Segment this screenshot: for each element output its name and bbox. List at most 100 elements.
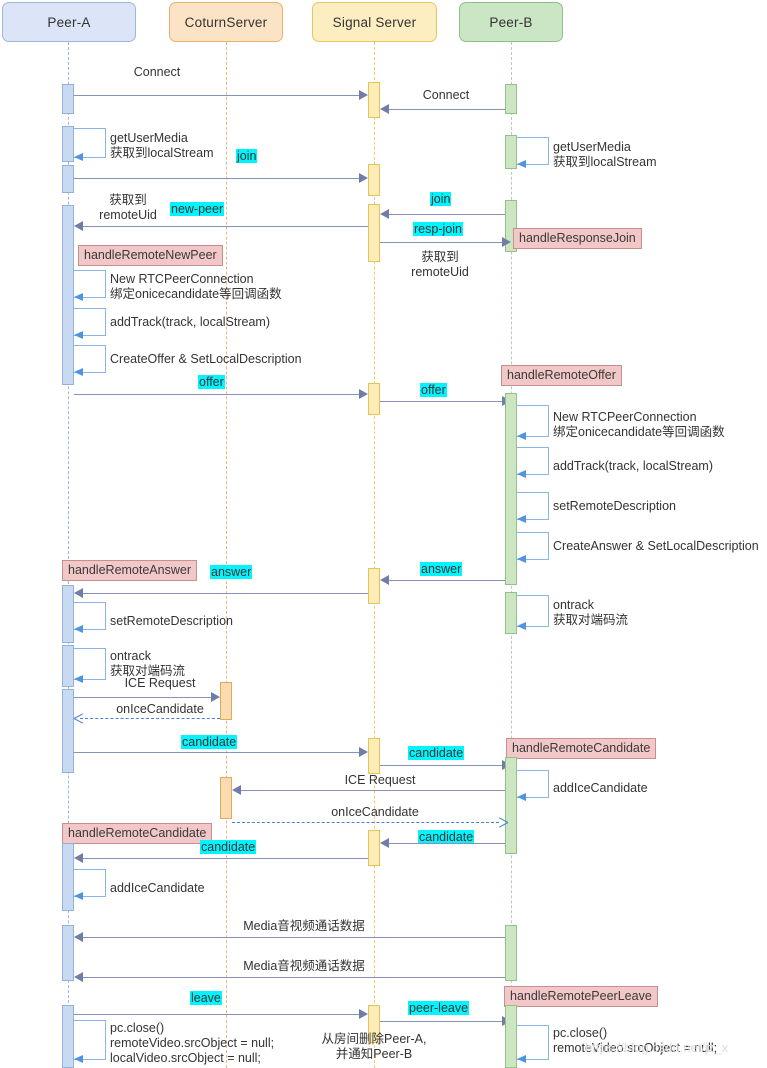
note-handle-remote-candidate-b: handleRemoteCandidate <box>506 738 657 759</box>
line: getUserMedia <box>553 140 631 154</box>
message-label-candidate-b: candidate <box>408 746 465 760</box>
message-label-offer-b: offer <box>420 383 447 397</box>
message-line-new-peer <box>83 226 368 227</box>
participant-peer-a[interactable]: Peer-A <box>2 2 136 42</box>
message-line-offer-a <box>74 394 359 395</box>
line: remoteUid <box>411 265 469 279</box>
participant-coturn-server[interactable]: CoturnServer <box>169 2 283 42</box>
selfcall-arrowhead <box>517 622 526 630</box>
message-line-connect-a <box>74 95 359 96</box>
selfcall-text-createoffer-a: CreateOffer & SetLocalDescription <box>110 352 302 366</box>
selfcall-text-ontrack-b: ontrack 获取对端码流 <box>553 598 628 628</box>
message-line-candidate-b <box>380 765 505 766</box>
selfcall-text-getusermedia-b: getUserMedia 获取到localStream <box>553 140 657 170</box>
message-label-new-peer: new-peer <box>170 202 225 216</box>
selfcall-text-setremotedesc-b: setRemoteDescription <box>553 499 676 513</box>
message-line-onicecandidate-b <box>232 822 499 823</box>
selfcall-text-addtrack-a: addTrack(track, localStream) <box>110 315 270 329</box>
selfcall-text-createanswer-b: CreateAnswer & SetLocalDescription <box>553 539 759 553</box>
arrowhead-left <box>380 209 389 219</box>
selfcall-text-getusermedia-a: getUserMedia 获取到localStream <box>110 131 214 161</box>
line: localVideo.srcObject = null; <box>110 1051 261 1065</box>
message-label-onicecandidate-b: onIceCandidate <box>331 805 419 819</box>
line: 获取到localStream <box>553 155 657 169</box>
activation-signal-offer <box>368 383 380 415</box>
note-text-room-delete: 从房间删除Peer-A, 并通知Peer-B <box>322 1032 427 1062</box>
line: 获取到 <box>421 250 459 264</box>
note-handle-remote-offer: handleRemoteOffer <box>501 365 622 386</box>
participant-signal-server[interactable]: Signal Server <box>312 2 437 42</box>
line: New RTCPeerConnection <box>110 272 254 286</box>
arrowhead-right <box>359 747 368 757</box>
message-line-candidate-a2 <box>83 858 368 859</box>
activation-peer-a-candidate <box>62 843 74 911</box>
message-label-join-b: join <box>430 192 452 206</box>
line: remoteUid <box>99 208 157 222</box>
selfcall-text-addicecandidate-b: addIceCandidate <box>553 781 648 795</box>
line: 获取到localStream <box>110 146 214 160</box>
message-label-connect-a: Connect <box>133 65 181 79</box>
arrowhead-open-left <box>74 718 84 728</box>
note-handle-remote-answer: handleRemoteAnswer <box>62 560 197 581</box>
line: 从房间删除Peer-A, <box>321 1032 427 1046</box>
arrowhead-left <box>74 221 83 231</box>
lifeline-coturn-server <box>226 42 227 1068</box>
arrowhead-left <box>74 972 83 982</box>
message-line-answer-a <box>83 593 368 594</box>
activation-peer-b-leave <box>505 1005 517 1068</box>
activation-signal-answer <box>368 568 380 604</box>
selfcall-arrowhead <box>517 555 526 563</box>
selfcall-text-setremotedesc-a: setRemoteDescription <box>110 614 233 628</box>
message-label-resp-join: resp-join <box>413 222 463 236</box>
activation-signal-join-b <box>368 204 380 262</box>
activation-peer-b-connect <box>505 84 517 114</box>
lifeline-peer-a <box>68 42 69 1068</box>
activation-peer-b-session <box>505 393 517 585</box>
line: remoteVideo.srcObject = null; <box>110 1036 275 1050</box>
participant-label: CoturnServer <box>184 14 268 30</box>
selfcall-arrowhead <box>517 432 526 440</box>
message-label-connect-b: Connect <box>422 88 470 102</box>
line: 绑定onicecandidate等回调函数 <box>110 287 282 301</box>
arrowhead-left <box>380 838 389 848</box>
message-line-candidate-b2 <box>389 843 505 844</box>
message-line-media-1 <box>83 937 505 938</box>
selfcall-arrowhead <box>74 331 83 339</box>
line: 绑定onicecandidate等回调函数 <box>553 425 725 439</box>
activation-peer-a-getusermedia <box>62 126 74 162</box>
arrowhead-right <box>211 692 220 702</box>
activation-peer-a-media <box>62 925 74 981</box>
arrowhead-right <box>502 237 511 247</box>
activation-peer-b-candidate <box>505 757 517 854</box>
participant-label: Peer-A <box>47 14 91 30</box>
activation-peer-a-connect <box>62 84 74 114</box>
sequence-diagram-canvas: Peer-A CoturnServer Signal Server Peer-B… <box>0 0 767 1068</box>
participant-label: Peer-B <box>489 14 533 30</box>
line: ontrack <box>553 598 594 612</box>
selfcall-arrowhead <box>517 160 526 168</box>
selfcall-text-newpc-a: New RTCPeerConnection 绑定onicecandidate等回… <box>110 272 282 302</box>
arrowhead-left <box>74 588 83 598</box>
message-line-connect-b <box>389 109 505 110</box>
line: 获取到 <box>109 193 147 207</box>
selfcall-arrowhead <box>74 1055 83 1063</box>
line: ontrack <box>110 649 151 663</box>
activation-peer-a-ice <box>62 689 74 773</box>
message-label-offer-a: offer <box>198 375 225 389</box>
activation-peer-b-ontrack <box>505 592 517 634</box>
selfcall-arrowhead <box>74 675 83 683</box>
selfcall-text-newpc-b: New RTCPeerConnection 绑定onicecandidate等回… <box>553 410 725 440</box>
selfcall-arrowhead <box>517 1055 526 1063</box>
arrowhead-right <box>359 173 368 183</box>
selfcall-arrowhead <box>74 625 83 633</box>
selfcall-arrowhead <box>517 470 526 478</box>
message-label-candidate-a: candidate <box>181 735 238 749</box>
activation-peer-a-leave <box>62 1005 74 1068</box>
selfcall-loop-peer-a-close <box>74 1020 106 1060</box>
line: 并通知Peer-B <box>335 1047 413 1061</box>
message-line-leave <box>74 1014 359 1015</box>
participant-peer-b[interactable]: Peer-B <box>459 2 563 42</box>
line: 获取对端码流 <box>553 613 629 627</box>
message-label-answer-b: answer <box>420 562 463 576</box>
message-line-media-2 <box>83 977 505 978</box>
